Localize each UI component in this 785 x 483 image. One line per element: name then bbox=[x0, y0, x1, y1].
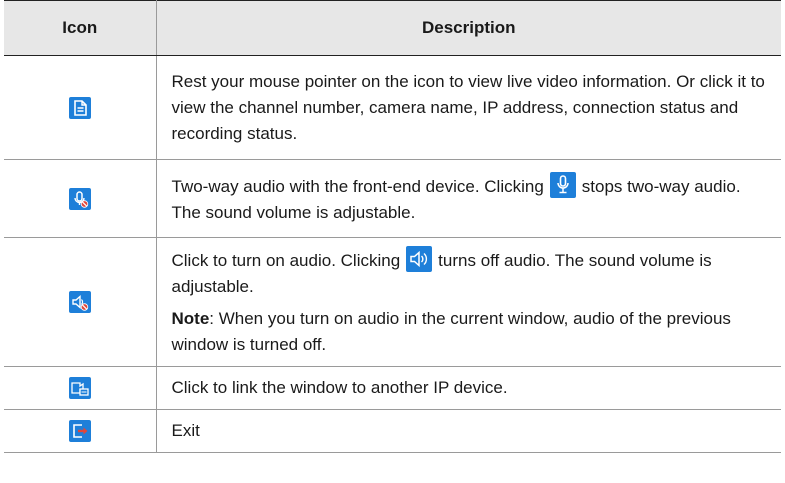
table-row: Exit bbox=[4, 409, 781, 453]
speaker-on-icon[interactable] bbox=[406, 246, 433, 272]
exit-icon[interactable] bbox=[68, 420, 91, 442]
table-header-row: Icon Description bbox=[4, 0, 781, 56]
microphone-icon[interactable] bbox=[549, 171, 576, 198]
link-ip-device-icon[interactable] bbox=[68, 377, 91, 399]
icon-cell bbox=[4, 159, 157, 238]
description-text-start: Two-way audio with the front-end device.… bbox=[171, 176, 544, 196]
description-column-header: Description bbox=[155, 0, 781, 56]
icon-cell bbox=[4, 366, 157, 410]
two-way-audio-off-icon[interactable] bbox=[68, 187, 91, 210]
description-cell: Click to turn on audio. Clicking turns o… bbox=[155, 237, 781, 367]
icon-cell bbox=[4, 55, 157, 160]
icon-cell bbox=[4, 237, 157, 367]
audio-off-icon[interactable] bbox=[68, 291, 91, 313]
table-row: Rest your mouse pointer on the icon to v… bbox=[4, 55, 781, 160]
description-text: Exit bbox=[171, 421, 200, 440]
description-text: Two-way audio with the front-end device.… bbox=[171, 171, 772, 226]
description-text: Click to link the window to another IP d… bbox=[171, 378, 508, 397]
icon-column-header: Icon bbox=[4, 0, 157, 56]
description-text-start: Click to turn on audio. Clicking bbox=[171, 251, 401, 270]
description-text: Click to turn on audio. Clicking turns o… bbox=[172, 246, 772, 300]
icon-description-table-page: Icon Description Rest your mouse pointer… bbox=[0, 0, 785, 483]
table-row: Two-way audio with the front-end device.… bbox=[4, 159, 781, 238]
note-label: Note bbox=[171, 309, 210, 328]
note-text: : When you turn on audio in the current … bbox=[171, 309, 731, 354]
icon-cell bbox=[4, 409, 157, 453]
description-text: Rest your mouse pointer on the icon to v… bbox=[171, 71, 765, 143]
description-cell: Two-way audio with the front-end device.… bbox=[155, 159, 781, 238]
icon-description-table: Icon Description Rest your mouse pointer… bbox=[4, 0, 781, 453]
description-cell: Rest your mouse pointer on the icon to v… bbox=[155, 55, 781, 160]
info-document-icon[interactable] bbox=[68, 96, 91, 119]
note-paragraph: Note: When you turn on audio in the curr… bbox=[172, 306, 772, 358]
description-cell: Click to link the window to another IP d… bbox=[155, 366, 781, 410]
table-row: Click to turn on audio. Clicking turns o… bbox=[4, 237, 781, 367]
description-cell: Exit bbox=[155, 409, 781, 453]
table-row: Click to link the window to another IP d… bbox=[4, 366, 781, 410]
